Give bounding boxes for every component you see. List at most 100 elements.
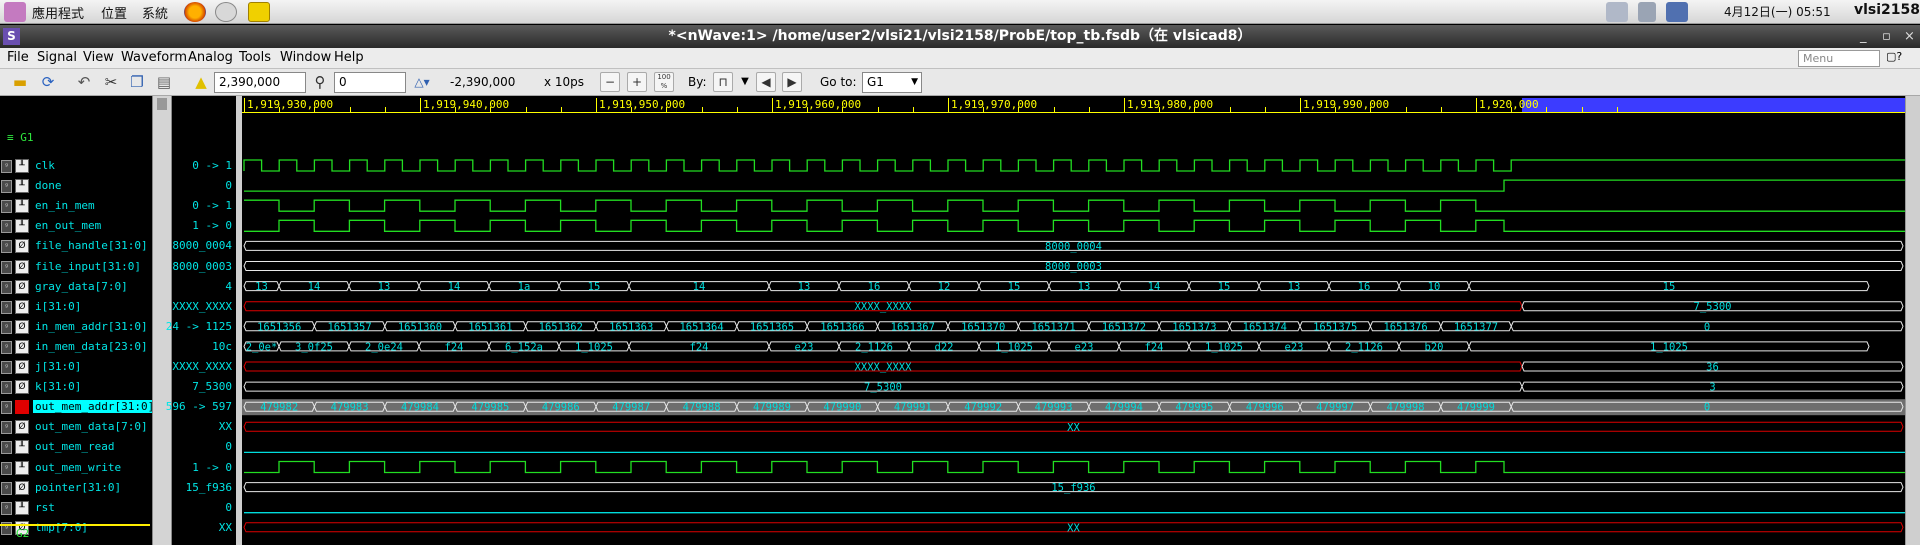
bus-icon[interactable]: Ø xyxy=(15,319,29,334)
wire-icon[interactable]: ╨ xyxy=(15,199,29,214)
bus-icon[interactable]: Ø xyxy=(15,480,29,495)
signal-name[interactable]: out_mem_data[7:0] xyxy=(35,420,148,433)
signal-name[interactable]: en_out_mem xyxy=(35,219,101,232)
signal-row[interactable]: ᵍ Øk[31:0] xyxy=(0,377,152,397)
minimize-button[interactable]: _ xyxy=(1860,25,1867,48)
drive-icon[interactable] xyxy=(1606,2,1628,22)
signal-name[interactable]: gray_data[7:0] xyxy=(35,280,128,293)
zoom-fit-button[interactable]: 100 % xyxy=(654,72,674,92)
help-pointer-icon[interactable]: ▢? xyxy=(1886,50,1902,63)
bus-icon[interactable]: Ø xyxy=(15,420,29,435)
menu-help[interactable]: Help xyxy=(334,50,364,65)
signal-row[interactable]: ᵍ ╨ clk xyxy=(0,156,152,176)
places-menu[interactable]: 位置 xyxy=(101,3,127,22)
close-button[interactable]: × xyxy=(1904,25,1915,48)
gnome-foot-icon[interactable] xyxy=(4,2,26,22)
undo-icon[interactable]: ↶ xyxy=(74,72,94,92)
by-dropdown-chevron-icon[interactable]: ▼ xyxy=(735,72,755,92)
bus-icon[interactable]: Ø xyxy=(15,239,29,254)
group-g2[interactable]: G2 xyxy=(16,527,29,540)
signal-name[interactable]: out_mem_read xyxy=(35,440,114,453)
maximize-button[interactable]: ▫ xyxy=(1882,25,1891,48)
menu-signal[interactable]: Signal xyxy=(37,50,77,65)
cursor-icon[interactable]: ▲ xyxy=(191,72,211,92)
menu-search-input[interactable]: Menu xyxy=(1798,50,1880,67)
waveform-pane[interactable]: 1,919,930,000 1,919,940,000 1,919,950,000 1… xyxy=(242,96,1905,545)
apps-menu[interactable]: 應用程式 xyxy=(32,3,84,22)
signal-name[interactable]: en_in_mem xyxy=(35,199,95,212)
waveform-canvas[interactable]: 8000_0004 8000_0003 13 14 13 14 1a 15 14 13 16 12 15… xyxy=(242,96,1905,545)
paste-icon[interactable]: ▤ xyxy=(154,72,174,92)
marker-time-field[interactable]: 0 xyxy=(334,72,406,93)
signal-name[interactable]: file_handle[31:0] xyxy=(35,239,148,252)
menu-view[interactable]: View xyxy=(83,50,114,65)
group-g1[interactable]: ≡ G1 xyxy=(7,131,34,144)
signal-name[interactable]: i[31:0] xyxy=(35,300,81,313)
signal-name[interactable]: rst xyxy=(35,501,55,514)
bus-icon[interactable]: Ø xyxy=(15,279,29,294)
scroll-thumb[interactable] xyxy=(157,98,167,110)
signal-row[interactable]: ᵍ Øfile_input[31:0] xyxy=(0,257,152,277)
signal-row[interactable]: ᵍ Øin_mem_data[23:0] xyxy=(0,337,152,357)
cursor-time-field[interactable]: 2,390,000 xyxy=(214,72,306,93)
wire-icon[interactable]: ╨ xyxy=(15,460,29,475)
wire-icon[interactable]: ╨ xyxy=(15,500,29,515)
network-icon[interactable] xyxy=(1666,2,1688,22)
signal-name[interactable]: tmp[7:0] xyxy=(35,521,88,534)
signal-row[interactable]: ᵍ Øout_mem_addr[31:0] xyxy=(0,397,157,417)
signal-row[interactable]: ᵍ ╨ en_in_mem xyxy=(0,196,152,216)
bus-icon[interactable]: Ø xyxy=(15,299,29,314)
copy-icon[interactable]: ❐ xyxy=(127,72,147,92)
wire-icon[interactable]: ╨ xyxy=(15,219,29,234)
menu-analog[interactable]: Analog xyxy=(188,50,233,65)
wire-icon[interactable]: ╨ xyxy=(15,440,29,455)
reload-icon[interactable]: ⟳ xyxy=(38,72,58,92)
signal-row[interactable]: ᵍ ╨ out_mem_write xyxy=(0,458,152,478)
nwave-app-icon[interactable]: S xyxy=(3,28,20,45)
signal-row[interactable]: ᵍ Øin_mem_addr[31:0] xyxy=(0,317,152,337)
settings-gear-icon[interactable] xyxy=(215,2,237,22)
search-backward-icon[interactable]: ◀ xyxy=(756,72,776,92)
signal-row[interactable]: ᵍ ╨ en_out_mem xyxy=(0,216,152,236)
signal-row[interactable]: ᵍ ╨ out_mem_read xyxy=(0,437,152,457)
bus-icon[interactable]: Ø xyxy=(15,339,29,354)
search-by-signal-icon[interactable]: ⊓ xyxy=(713,72,733,92)
signal-name[interactable]: pointer[31:0] xyxy=(35,481,121,494)
signal-name[interactable]: in_mem_data[23:0] xyxy=(35,340,148,353)
signal-name[interactable]: j[31:0] xyxy=(35,360,81,373)
bus-icon[interactable]: Ø xyxy=(15,259,29,274)
signal-row[interactable]: ᵍ Øout_mem_data[7:0] xyxy=(0,417,152,437)
signal-name[interactable]: done xyxy=(35,179,62,192)
signal-row[interactable]: ᵍ ╨ rst xyxy=(0,498,152,518)
zoom-in-icon[interactable]: + xyxy=(627,72,647,92)
zoom-out-icon[interactable]: − xyxy=(600,72,620,92)
signal-name[interactable]: clk xyxy=(35,159,55,172)
signal-row[interactable]: ᵍ Øgray_data[7:0] xyxy=(0,277,152,297)
menu-waveform[interactable]: Waveform xyxy=(121,50,187,65)
firefox-icon[interactable] xyxy=(184,2,206,22)
goto-chevron-down-icon[interactable]: ▼ xyxy=(911,73,918,92)
cut-icon[interactable]: ✂ xyxy=(101,72,121,92)
signal-row[interactable]: ᵍ Øfile_handle[31:0] xyxy=(0,236,152,256)
signal-name[interactable]: out_mem_addr[31:0] xyxy=(33,400,157,414)
goto-select[interactable]: G1 ▼ xyxy=(862,72,922,93)
signal-row[interactable]: ᵍ Øj[31:0] xyxy=(0,357,152,377)
signal-name[interactable]: out_mem_write xyxy=(35,461,121,474)
bus-icon[interactable]: Ø xyxy=(15,380,29,395)
signal-name[interactable]: k[31:0] xyxy=(35,380,81,393)
bus-icon[interactable]: Ø xyxy=(15,360,29,374)
clock[interactable]: 4月12日(一) 05:51 xyxy=(1724,3,1831,20)
wire-icon[interactable]: ╨ xyxy=(15,159,29,173)
signal-name[interactable]: file_input[31:0] xyxy=(35,260,141,273)
wire-icon[interactable]: ╨ xyxy=(15,179,29,194)
signal-row[interactable]: ᵍ Øi[31:0] xyxy=(0,297,152,317)
system-menu[interactable]: 系統 xyxy=(142,3,168,22)
menu-window[interactable]: Window xyxy=(280,50,331,65)
signal-row[interactable]: ᵍ ╨ done xyxy=(0,176,152,196)
open-folder-icon[interactable]: ▬ xyxy=(10,72,30,92)
search-forward-icon[interactable]: ▶ xyxy=(782,72,802,92)
bus-icon[interactable]: Ø xyxy=(15,400,29,415)
waveform-vertical-scrollbar[interactable] xyxy=(1905,96,1920,545)
signal-row[interactable]: ᵍ Øpointer[31:0] xyxy=(0,478,152,498)
menu-tools[interactable]: Tools xyxy=(239,50,271,65)
